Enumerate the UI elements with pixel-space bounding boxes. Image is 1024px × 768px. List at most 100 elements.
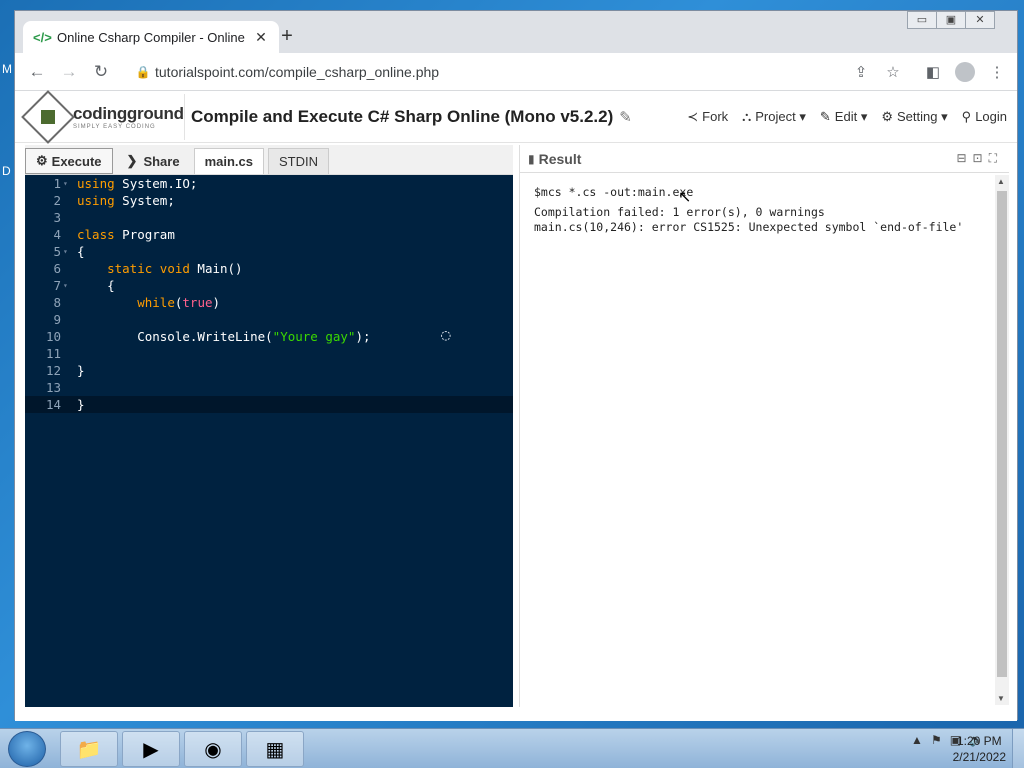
- execute-label: Execute: [51, 153, 102, 169]
- clock-time: 1:20 PM: [956, 734, 1002, 748]
- explorer-icon[interactable]: 📁: [60, 731, 118, 767]
- edit-title-icon[interactable]: ✎: [619, 108, 632, 126]
- top-menu: ≺ Fork ⛬ Project ▾ ✎ Edit ▾ ⚙ Setting ▾ ⚲ Log…: [687, 91, 1007, 143]
- code-line: 5 ▾{: [53, 244, 85, 259]
- clock-date: 2/21/2022: [952, 750, 1006, 764]
- menu-edit[interactable]: ✎ Edit ▾: [820, 109, 867, 125]
- browser-tab[interactable]: </> Online Csharp Compiler - Online ✕: [23, 21, 279, 53]
- tab-strip: </> Online Csharp Compiler - Online ✕ + …: [15, 11, 1017, 53]
- menu-login[interactable]: ⚲ Login: [962, 109, 1007, 125]
- scrollbar-thumb[interactable]: [997, 191, 1007, 677]
- forward-icon[interactable]: →: [53, 62, 85, 82]
- bar-chart-icon: ▮: [528, 151, 535, 166]
- share-label: Share: [143, 153, 180, 169]
- code-line: 4 class Program: [53, 227, 175, 242]
- profile-avatar[interactable]: [955, 61, 975, 82]
- side-panel-icon[interactable]: ◧: [917, 63, 949, 81]
- logo-mark-icon: [21, 89, 75, 144]
- output-line: Compilation failed: 1 error(s), 0 warnin…: [534, 205, 825, 219]
- action-center-icon[interactable]: ⚑: [931, 733, 942, 747]
- browser-toolbar: ← → ↻ 🔒 tutorialspoint.com/compile_cshar…: [15, 53, 1017, 91]
- editor-tabs: ⚙ Execute ❯ Share main.cs STDIN: [25, 145, 513, 175]
- media-player-icon[interactable]: ▶: [122, 731, 180, 767]
- mouse-cursor-icon: ↖: [678, 189, 692, 206]
- menu-project[interactable]: ⛬ Project ▾: [742, 109, 806, 125]
- fullscreen-icon[interactable]: ⛶: [989, 151, 1003, 165]
- output-line: main.cs(10,246): error CS1525: Unexpecte…: [534, 220, 964, 234]
- code-line: 9: [53, 312, 61, 327]
- code-editor[interactable]: 1 ▾ using System.IO; 2 using System; 3 4 cla…: [25, 175, 513, 707]
- code-line-current: 14}: [25, 396, 513, 413]
- scroll-up-icon[interactable]: ▲: [997, 177, 1005, 186]
- fork-icon: ≺: [687, 109, 699, 124]
- sitemap-icon: ⛬: [742, 109, 752, 124]
- codingground-logo[interactable]: codingground SIMPLY EASY CODING: [21, 89, 185, 144]
- caret-down-icon: ▾: [799, 109, 806, 124]
- start-button[interactable]: [8, 731, 46, 767]
- result-scrollbar[interactable]: ▲ ▼: [995, 175, 1009, 705]
- taskbar: 📁 ▶ ◉ ▦ ▲ ⚑ ▣ 🔈 1:20 PM 2/21/2022: [0, 728, 1024, 768]
- desktop-icon-label: M: [2, 62, 12, 76]
- code-line: 11: [45, 346, 61, 361]
- gear-icon: ⚙: [881, 109, 894, 124]
- result-header: ▮ Result ⊟⊡⛶: [520, 145, 1009, 173]
- output-line: $mcs *.cs -out:main.exe: [534, 185, 694, 199]
- close-window-button[interactable]: ✕: [965, 11, 995, 29]
- bookmark-star-icon[interactable]: ☆: [877, 63, 909, 81]
- browser-window: </> Online Csharp Compiler - Online ✕ + …: [14, 10, 1018, 721]
- scroll-down-icon[interactable]: ▼: [997, 694, 1005, 703]
- editor-pane: ⚙ Execute ❯ Share main.cs STDIN 1 ▾ using Sy…: [25, 145, 513, 707]
- busy-cursor-icon: ◌: [441, 325, 451, 344]
- code-line: 7 ▾ {: [53, 278, 115, 293]
- code-line: 10 Console.WriteLine("Youre gay");: [45, 329, 371, 344]
- maximize-button[interactable]: ▣: [936, 11, 966, 29]
- share-button[interactable]: ❯ Share: [117, 148, 190, 174]
- lock-icon[interactable]: 🔒: [131, 65, 155, 79]
- user-icon: ⚲: [961, 109, 972, 124]
- share-icon: ❯: [126, 153, 138, 168]
- code-line: 12}: [45, 363, 85, 378]
- menu-label: Edit: [834, 109, 858, 124]
- minimize-panel-icon[interactable]: ⊡: [973, 151, 989, 165]
- caret-down-icon: ▾: [860, 109, 868, 124]
- share-page-icon[interactable]: ⇪: [845, 63, 877, 81]
- tab-stdin[interactable]: STDIN: [268, 148, 329, 174]
- code-line: 13: [45, 380, 61, 395]
- execute-button[interactable]: ⚙ Execute: [25, 148, 113, 174]
- show-desktop-button[interactable]: [1012, 729, 1024, 768]
- result-output: $mcs *.cs -out:main.exe Compilation fail…: [520, 175, 996, 705]
- desktop-edge: M D: [0, 0, 14, 722]
- close-tab-icon[interactable]: ✕: [253, 29, 269, 46]
- code-icon: </>: [33, 29, 52, 45]
- result-title: Result: [538, 150, 582, 167]
- menu-label: Login: [975, 109, 1007, 124]
- code-line: 2 using System;: [53, 193, 175, 208]
- code-line: 1 ▾ using System.IO;: [53, 176, 198, 191]
- tab-main-cs[interactable]: main.cs: [193, 148, 264, 174]
- menu-fork[interactable]: ≺ Fork: [687, 109, 728, 125]
- logo-text: codingground: [73, 103, 184, 123]
- address-bar[interactable]: tutorialspoint.com/compile_csharp_online…: [155, 64, 845, 80]
- reload-icon[interactable]: ↻: [85, 62, 117, 82]
- result-controls: ⊟⊡⛶: [956, 151, 1003, 166]
- tab-title: Online Csharp Compiler - Online: [57, 29, 245, 45]
- page-title: Compile and Execute C# Sharp Online (Mon…: [191, 106, 614, 126]
- back-icon[interactable]: ←: [21, 62, 53, 82]
- menu-setting[interactable]: ⚙ Setting ▾: [881, 109, 947, 125]
- code-line: 6 static void Main(): [53, 261, 243, 276]
- clock[interactable]: 1:20 PM 2/21/2022: [953, 733, 1006, 765]
- logo-subtext: SIMPLY EASY CODING: [73, 123, 156, 130]
- caret-down-icon: ▾: [941, 109, 948, 124]
- network-monitor-icon[interactable]: ▦: [246, 731, 304, 767]
- minimize-button[interactable]: ▭: [907, 11, 937, 29]
- desktop-icon-label: D: [2, 164, 11, 178]
- new-tab-button[interactable]: +: [275, 25, 299, 49]
- chrome-icon[interactable]: ◉: [184, 731, 242, 767]
- menu-label: Fork: [702, 109, 729, 124]
- window-controls: ▭ ▣ ✕: [907, 11, 995, 31]
- browser-menu-icon[interactable]: ⋮: [981, 63, 1013, 81]
- code-line: 8 while(true): [53, 295, 221, 310]
- tray-expand-icon[interactable]: ▲: [911, 733, 923, 747]
- collapse-icon[interactable]: ⊟: [956, 151, 972, 165]
- edit-icon: ✎: [819, 109, 831, 124]
